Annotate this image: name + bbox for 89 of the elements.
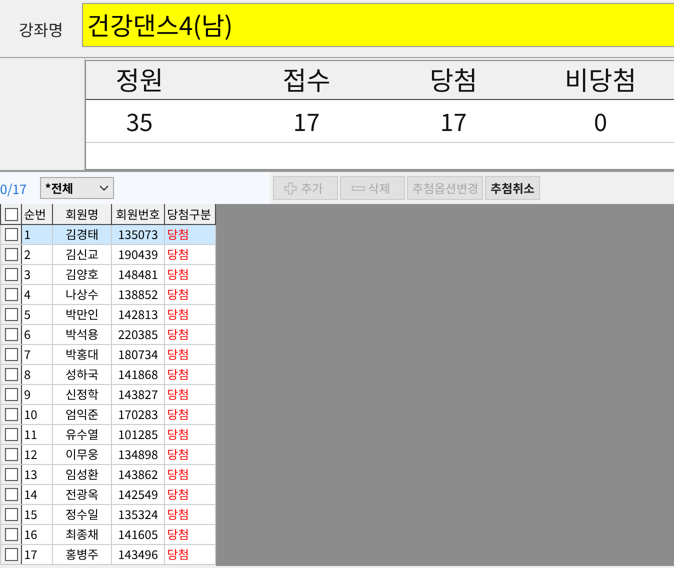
- table-cell: 유수열: [52, 424, 112, 444]
- table-cell: 142813: [112, 304, 164, 324]
- table-cell: 13: [22, 464, 52, 484]
- checkbox[interactable]: [4, 268, 18, 281]
- table-cell: 이무웅: [52, 444, 112, 464]
- caret-icon: [99, 185, 109, 191]
- table-cell: 11: [22, 424, 52, 444]
- table-cell: 101285: [112, 424, 164, 444]
- checkbox[interactable]: [4, 308, 18, 321]
- checkbox[interactable]: [4, 248, 18, 261]
- course-name-field[interactable]: 건강댄스4(남): [82, 2, 674, 46]
- table-cell: 성하국: [52, 364, 112, 384]
- checkbox[interactable]: [4, 468, 18, 481]
- checkbox[interactable]: [4, 548, 18, 561]
- stat-value: 0: [592, 102, 608, 140]
- filter-dropdown[interactable]: *전체: [40, 177, 114, 199]
- column-header: 당첨: [428, 61, 478, 99]
- checkbox[interactable]: [4, 208, 18, 220]
- table-cell: 141605: [112, 524, 164, 544]
- table-cell: 135324: [112, 504, 164, 524]
- table-cell: 엄익준: [52, 404, 112, 424]
- table-cell: 신정학: [52, 384, 112, 404]
- table-cell: 김경태: [52, 224, 112, 244]
- stat-value: 17: [439, 102, 468, 140]
- table-cell: 143862: [112, 464, 164, 484]
- table-cell: 10: [22, 404, 52, 424]
- table-cell: 홍병주: [52, 544, 112, 564]
- table-cell: 135073: [112, 224, 164, 244]
- table-cell: 당첨: [164, 224, 216, 244]
- checkbox[interactable]: [4, 428, 18, 441]
- table-cell: 6: [22, 324, 52, 344]
- table-cell: 148481: [112, 264, 164, 284]
- table-cell: 143827: [112, 384, 164, 404]
- column-header: 비당첨: [564, 61, 638, 99]
- table-cell: 180734: [112, 344, 164, 364]
- checkbox[interactable]: [4, 348, 18, 361]
- table-cell: 170283: [112, 404, 164, 424]
- table-cell: 190439: [112, 244, 164, 264]
- table-cell: 정수일: [52, 504, 112, 524]
- checkbox[interactable]: [4, 488, 18, 501]
- checkbox[interactable]: [4, 528, 18, 541]
- table-cell: 박석용: [52, 324, 112, 344]
- table-cell: 134898: [112, 444, 164, 464]
- checkbox[interactable]: [4, 508, 18, 521]
- column-header[interactable]: 순번: [22, 204, 52, 224]
- table-cell: 143496: [112, 544, 164, 564]
- column-header[interactable]: 회원명: [52, 204, 112, 224]
- column-header: 정원: [114, 61, 164, 99]
- table-cell: 박홍대: [52, 344, 112, 364]
- table-cell: 16: [22, 524, 52, 544]
- table-cell: 5: [22, 304, 52, 324]
- table-cell: 7: [22, 344, 52, 364]
- table-cell: 나상수: [52, 284, 112, 304]
- table-cell: 14: [22, 484, 52, 504]
- table-cell: 박만인: [52, 304, 112, 324]
- table-cell: 임성환: [52, 464, 112, 484]
- table-cell: 8: [22, 364, 52, 384]
- table-cell: 12: [22, 444, 52, 464]
- stat-value: 17: [292, 102, 321, 140]
- checkbox[interactable]: [4, 228, 18, 241]
- table-cell: 김신교: [52, 244, 112, 264]
- table-cell: 4: [22, 284, 52, 304]
- plus-icon: [284, 182, 298, 194]
- table-cell: 3: [22, 264, 52, 284]
- record-count: 0/17: [0, 178, 28, 198]
- column-header[interactable]: 회원번호: [112, 204, 164, 224]
- column-header: 접수: [282, 61, 332, 99]
- stat-value: 35: [125, 102, 154, 140]
- checkbox[interactable]: [4, 408, 18, 421]
- table-cell: 138852: [112, 284, 164, 304]
- table-cell: 김양호: [52, 264, 112, 284]
- table-cell: 9: [22, 384, 52, 404]
- course-label: 강좌명: [18, 16, 64, 40]
- column-header[interactable]: 당첨구분: [164, 204, 216, 224]
- checkbox[interactable]: [4, 368, 18, 381]
- checkbox[interactable]: [4, 288, 18, 301]
- table-cell: 전광옥: [52, 484, 112, 504]
- table-cell: 220385: [112, 324, 164, 344]
- table-cell: 15: [22, 504, 52, 524]
- table-cell: 최종채: [52, 524, 112, 544]
- table-cell: 142549: [112, 484, 164, 504]
- checkbox[interactable]: [4, 448, 18, 461]
- checkbox[interactable]: [4, 328, 18, 341]
- table-cell: 141868: [112, 364, 164, 384]
- table-cell: 1: [22, 224, 52, 244]
- toolbar-button[interactable]: 추첨취소: [485, 176, 540, 200]
- table-cell: 17: [22, 544, 52, 564]
- checkbox[interactable]: [4, 388, 18, 401]
- table-cell: 2: [22, 244, 52, 264]
